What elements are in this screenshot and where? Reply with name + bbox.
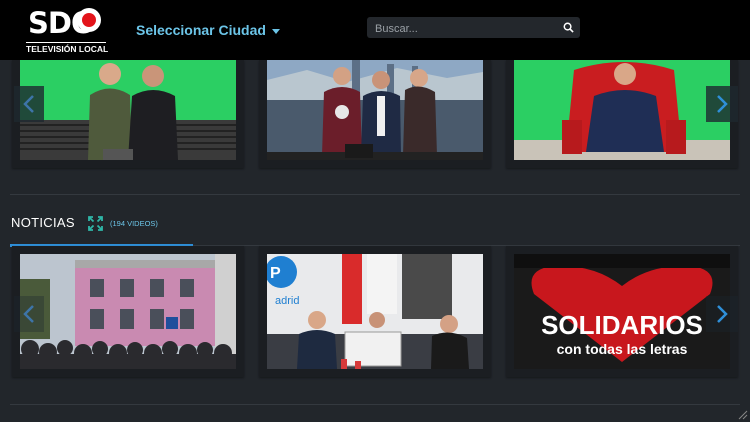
thumbnail-image: P adrid — [267, 254, 483, 369]
city-selector[interactable]: Seleccionar Ciudad — [136, 22, 280, 38]
chevron-right-icon — [717, 305, 728, 323]
carousel-prev-button[interactable] — [14, 86, 44, 122]
section-title-noticias: NOTICIAS — [11, 215, 75, 230]
thumbnail-image — [20, 254, 236, 369]
video-card[interactable] — [12, 60, 244, 168]
top-header: SDO TELEVISIÓN LOCAL Seleccionar Ciudad — [0, 0, 750, 60]
news-next-button[interactable] — [706, 296, 738, 332]
video-thumbnail[interactable] — [267, 60, 483, 160]
chevron-right-icon — [717, 95, 728, 113]
news-card[interactable]: SOLIDARIOS con todas las letras — [506, 246, 738, 377]
search-box — [367, 17, 580, 40]
carousel-next-button[interactable] — [706, 86, 738, 122]
city-selector-label: Seleccionar Ciudad — [136, 22, 266, 38]
news-thumbnail[interactable]: SOLIDARIOS con todas las letras — [514, 254, 730, 369]
video-thumbnail[interactable] — [514, 60, 730, 160]
banner-headline: SOLIDARIOS — [541, 310, 703, 340]
news-card[interactable]: P adrid — [259, 246, 491, 377]
search-input[interactable] — [373, 17, 557, 40]
thumbnail-image — [267, 60, 483, 160]
news-prev-button[interactable] — [14, 296, 44, 332]
search-icon[interactable] — [563, 22, 574, 33]
chevron-down-icon — [271, 28, 280, 34]
banner-subline: con todas las letras — [557, 341, 688, 357]
expand-icon[interactable] — [88, 216, 103, 231]
top-carousel — [0, 60, 750, 168]
video-card[interactable] — [506, 60, 738, 168]
video-count-badge[interactable]: (194 VIDEOS) — [110, 219, 158, 228]
news-thumbnail[interactable]: P adrid — [267, 254, 483, 369]
thumbnail-image — [514, 60, 730, 160]
thumbnail-image: SOLIDARIOS con todas las letras — [514, 254, 730, 369]
party-logo-text: adrid — [275, 295, 299, 307]
video-card[interactable] — [259, 60, 491, 168]
section-separator — [10, 194, 740, 195]
logo-divider — [26, 42, 106, 43]
section-separator — [10, 404, 740, 405]
thumbnail-image — [20, 60, 236, 160]
svg-text:P: P — [270, 265, 281, 282]
logo-red-circle — [77, 8, 101, 32]
resize-handle-icon[interactable] — [738, 410, 748, 420]
news-card[interactable] — [12, 246, 244, 377]
logo-subtitle: TELEVISIÓN LOCAL — [26, 44, 109, 54]
chevron-left-icon — [23, 305, 34, 323]
sdo-logo[interactable]: SDO TELEVISIÓN LOCAL — [26, 7, 109, 54]
video-thumbnail[interactable] — [20, 60, 236, 160]
news-carousel: P adrid SOLIDARIOS con todas las letras — [0, 246, 750, 377]
chevron-left-icon — [23, 95, 34, 113]
news-thumbnail[interactable] — [20, 254, 236, 369]
